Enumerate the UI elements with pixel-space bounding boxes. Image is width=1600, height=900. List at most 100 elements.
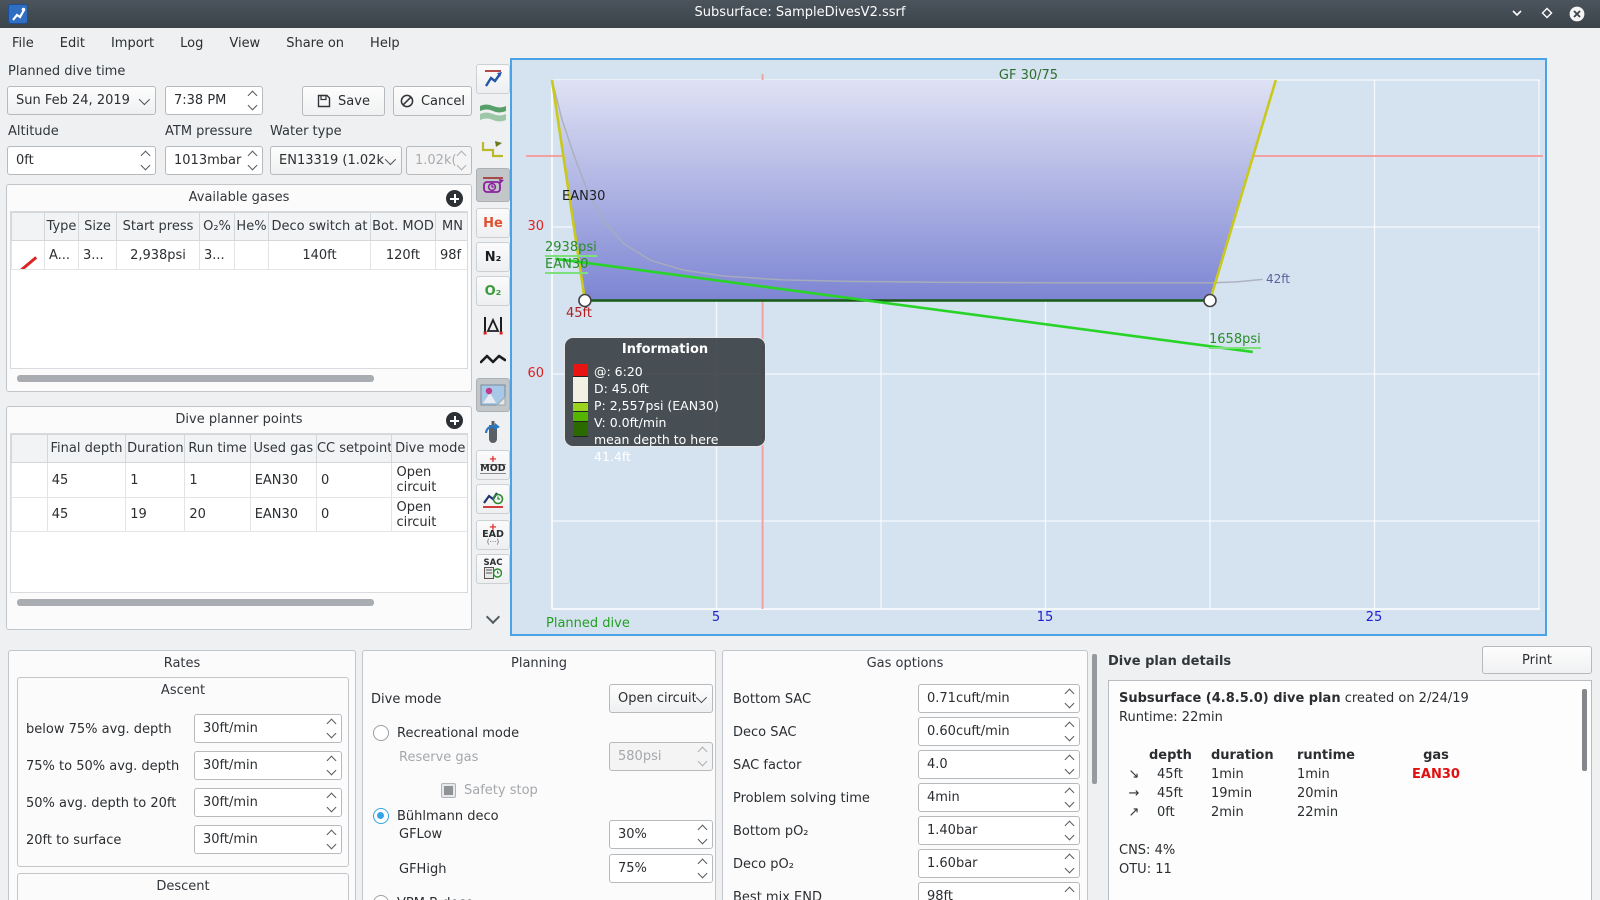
col-used-gas[interactable]: Used gas: [249, 434, 317, 463]
menu-import[interactable]: Import: [111, 36, 154, 51]
photos-toggle-button[interactable]: [476, 378, 510, 412]
plan-heading: Subsurface (4.8.5.0) dive plan: [1119, 691, 1341, 706]
o2-toggle-button[interactable]: O₂: [476, 276, 510, 306]
pt-duration[interactable]: 1: [125, 462, 186, 498]
gases-hscrollbar[interactable]: [17, 375, 374, 382]
bottom-pane-vscrollbar[interactable]: [1092, 654, 1097, 784]
maximize-button[interactable]: [1536, 4, 1558, 24]
pt-used-gas[interactable]: EAN30: [249, 462, 317, 498]
gas-o2[interactable]: 3...: [199, 240, 235, 270]
sac-factor-spinbox[interactable]: 4.0: [918, 750, 1080, 779]
ead-toggle-button[interactable]: + EAD (···): [476, 520, 510, 550]
pt-final-depth[interactable]: 45: [46, 497, 127, 532]
rate-spinbox[interactable]: 30ft/min: [194, 714, 342, 743]
col-final-depth[interactable]: Final depth: [46, 434, 127, 463]
ndl-time-button[interactable]: [476, 484, 510, 514]
dive-date-combo[interactable]: Sun Feb 24, 2019: [7, 86, 156, 115]
add-gas-button[interactable]: [446, 190, 463, 207]
dive-plan-textbox[interactable]: Subsurface (4.8.5.0) dive plan created o…: [1108, 680, 1592, 900]
gfhigh-spinbox[interactable]: 75%: [609, 854, 713, 883]
pt-duration[interactable]: 19: [125, 497, 186, 532]
spin-arrows[interactable]: [247, 147, 258, 174]
menu-share-on[interactable]: Share on: [286, 36, 344, 51]
gas-deco-switch[interactable]: 140ft: [268, 240, 371, 270]
col-start-press[interactable]: Start press: [116, 212, 200, 241]
heartrate-toggle-button[interactable]: [476, 344, 510, 374]
vpmb-radio[interactable]: [373, 895, 389, 900]
menu-log[interactable]: Log: [180, 36, 203, 51]
points-hscrollbar[interactable]: [17, 599, 374, 606]
vpmb-radio-row[interactable]: VPM-B deco: [373, 888, 474, 900]
gas-start-press[interactable]: 2,938psi: [116, 240, 200, 270]
col-run-time[interactable]: Run time: [184, 434, 251, 463]
dive-mode-combo[interactable]: Open circuit: [609, 684, 713, 713]
gas-type[interactable]: A...: [44, 240, 79, 270]
n2-toggle-button[interactable]: N₂: [476, 242, 510, 272]
details-vscrollbar[interactable]: [1582, 689, 1587, 771]
gas-mnd[interactable]: 98f: [435, 240, 467, 270]
pt-used-gas[interactable]: EAN30: [249, 497, 317, 532]
atm-pressure-spinbox[interactable]: 1013mbar: [165, 146, 263, 175]
dive-profile-chart[interactable]: GF 30/75 30 60 5 15 25 EAN30 2938psi EAN…: [510, 58, 1547, 636]
add-point-button[interactable]: [446, 412, 463, 429]
recreational-radio[interactable]: [373, 725, 389, 741]
spin-arrows[interactable]: [247, 87, 258, 114]
tank-time-button[interactable]: [476, 168, 510, 202]
bottom-po2-spinbox[interactable]: 1.40bar: [918, 816, 1080, 845]
menu-help[interactable]: Help: [370, 36, 400, 51]
sac-toggle-button[interactable]: SAC: [476, 554, 510, 584]
save-button[interactable]: Save: [302, 86, 385, 116]
rate-spinbox[interactable]: 30ft/min: [194, 788, 342, 817]
col-dive-mode[interactable]: Dive mode: [391, 434, 467, 463]
gas-size[interactable]: 3...: [78, 240, 117, 270]
gas-bot-mod[interactable]: 120ft: [370, 240, 436, 270]
bottom-sac-spinbox[interactable]: 0.71cuft/min: [918, 684, 1080, 713]
col-duration[interactable]: Duration: [125, 434, 186, 463]
col-he[interactable]: He%: [234, 212, 269, 241]
pt-dive-mode[interactable]: Open circuit: [391, 462, 467, 498]
point-row: 45 19 20 EAN30 0 Open circuit: [11, 497, 467, 532]
dive-time-spinbox[interactable]: 7:38 PM: [165, 86, 263, 115]
gflow-spinbox[interactable]: 30%: [609, 820, 713, 849]
menu-edit[interactable]: Edit: [60, 36, 85, 51]
profile-step-button[interactable]: [476, 134, 510, 164]
menu-file[interactable]: File: [12, 36, 34, 51]
pt-dive-mode[interactable]: Open circuit: [391, 497, 467, 532]
col-o2[interactable]: O₂%: [199, 212, 235, 241]
minimize-button[interactable]: [1506, 4, 1528, 24]
close-button[interactable]: [1566, 4, 1588, 24]
pt-final-depth[interactable]: 45: [46, 462, 127, 498]
pt-run-time[interactable]: 20: [184, 497, 251, 532]
delta-toggle-button[interactable]: [476, 310, 510, 340]
buhlmann-radio[interactable]: [373, 808, 389, 824]
pt-cc-setpoint[interactable]: 0: [315, 497, 393, 532]
water-type-combo[interactable]: EN13319 (1.02k: [270, 146, 402, 175]
cancel-button[interactable]: Cancel: [393, 86, 472, 116]
gas-he[interactable]: [234, 240, 269, 270]
col-size[interactable]: Size: [78, 212, 117, 241]
col-mnd[interactable]: MN: [435, 212, 467, 241]
best-mix-end-spinbox[interactable]: 98ft: [918, 882, 1080, 900]
tank-bar-button[interactable]: [476, 416, 510, 446]
pt-cc-setpoint[interactable]: 0: [315, 462, 393, 498]
menu-view[interactable]: View: [229, 36, 260, 51]
rate-spinbox[interactable]: 30ft/min: [194, 751, 342, 780]
problem-time-spinbox[interactable]: 4min: [918, 783, 1080, 812]
he-toggle-button[interactable]: He: [476, 208, 510, 238]
deco-po2-spinbox[interactable]: 1.60bar: [918, 849, 1080, 878]
col-type[interactable]: Type: [44, 212, 79, 241]
waves-button[interactable]: [476, 98, 510, 128]
altitude-spinbox[interactable]: 0ft: [7, 146, 156, 175]
print-button[interactable]: Print: [1482, 646, 1592, 674]
rate-spinbox[interactable]: 30ft/min: [194, 825, 342, 854]
toolbar-scroll-down-button[interactable]: [476, 604, 510, 634]
col-cc-setpoint[interactable]: CC setpoint: [315, 434, 393, 463]
info-tooltip: Information @: 6:20 D: 45.0ft P: 2,557ps…: [564, 337, 766, 464]
col-deco-switch[interactable]: Deco switch at: [268, 212, 371, 241]
mod-toggle-button[interactable]: + MOD: [476, 450, 510, 480]
deco-sac-spinbox[interactable]: 0.60cuft/min: [918, 717, 1080, 746]
pt-run-time[interactable]: 1: [184, 462, 251, 498]
spin-arrows[interactable]: [140, 147, 151, 174]
planner-diver-button[interactable]: [476, 64, 510, 94]
col-bot-mod[interactable]: Bot. MOD: [370, 212, 436, 241]
